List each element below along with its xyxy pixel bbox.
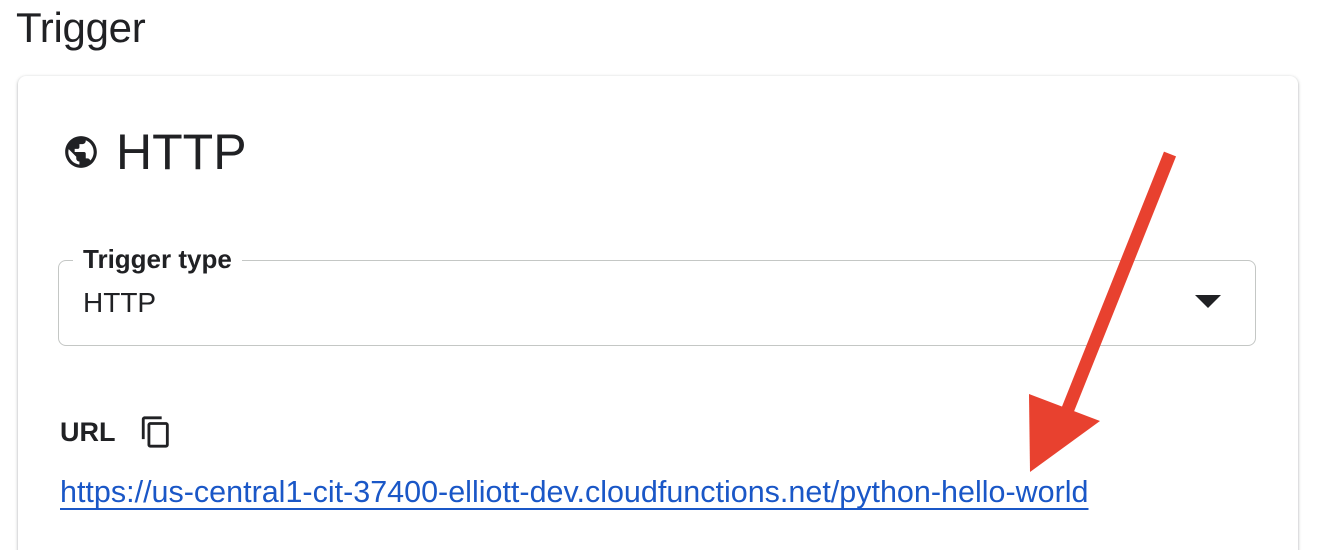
copy-icon xyxy=(141,416,169,448)
card-header: HTTP xyxy=(62,122,247,182)
section-title: Trigger xyxy=(16,4,146,51)
trigger-type-select[interactable]: Trigger type HTTP xyxy=(58,243,1256,346)
trigger-type-value: HTTP xyxy=(83,287,157,318)
trigger-card: HTTP Trigger type HTTP URL https://us-ce… xyxy=(18,76,1298,550)
url-label-row: URL xyxy=(60,410,174,454)
copy-url-button[interactable] xyxy=(138,412,174,452)
card-title: HTTP xyxy=(116,124,247,180)
arrow-drop-down-icon[interactable] xyxy=(1195,295,1221,308)
trigger-type-label: Trigger type xyxy=(73,243,242,275)
function-url-link[interactable]: https://us-central1-cit-37400-elliott-de… xyxy=(60,472,1089,512)
url-label: URL xyxy=(60,417,116,447)
page: Trigger HTTP Trigger type HTTP URL https… xyxy=(0,0,1324,550)
globe-icon xyxy=(62,133,100,171)
